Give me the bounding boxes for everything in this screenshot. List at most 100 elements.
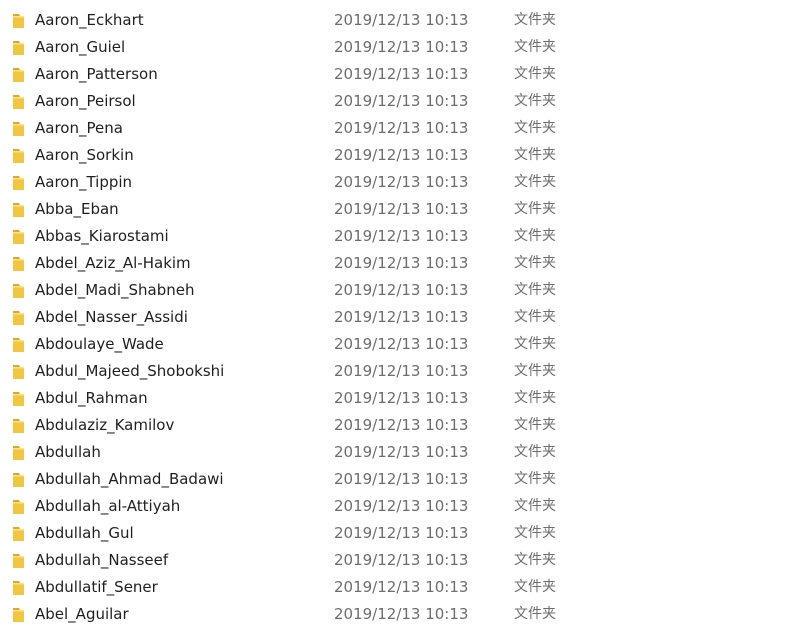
folder-icon <box>13 445 24 460</box>
file-type: 文件夹 <box>514 363 556 379</box>
modified-date: 2019/12/13 10:13 <box>334 308 469 326</box>
folder-icon <box>13 229 24 244</box>
file-name: Abdulaziz_Kamilov <box>35 416 175 434</box>
folder-icon <box>13 337 24 352</box>
list-item[interactable]: Aaron_Sorkin 2019/12/13 10:13 文件夹 <box>0 142 809 169</box>
file-type: 文件夹 <box>514 147 556 163</box>
file-type: 文件夹 <box>514 309 556 325</box>
file-name: Abdul_Majeed_Shobokshi <box>35 362 225 380</box>
modified-date: 2019/12/13 10:13 <box>334 11 469 29</box>
folder-icon <box>13 499 24 514</box>
modified-date: 2019/12/13 10:13 <box>334 470 469 488</box>
list-item[interactable]: Abdel_Aziz_Al-Hakim 2019/12/13 10:13 文件夹 <box>0 250 809 277</box>
folder-icon <box>13 67 24 82</box>
list-item[interactable]: Aaron_Pena 2019/12/13 10:13 文件夹 <box>0 115 809 142</box>
folder-icon <box>13 40 24 55</box>
file-type: 文件夹 <box>514 498 556 514</box>
file-name: Abdel_Aziz_Al-Hakim <box>35 254 191 272</box>
modified-date: 2019/12/13 10:13 <box>334 146 469 164</box>
modified-date: 2019/12/13 10:13 <box>334 65 469 83</box>
file-name: Abdullah_Ahmad_Badawi <box>35 470 224 488</box>
modified-date: 2019/12/13 10:13 <box>334 416 469 434</box>
folder-icon <box>13 175 24 190</box>
list-item[interactable]: Abdullah_Gul 2019/12/13 10:13 文件夹 <box>0 520 809 547</box>
file-name: Abel_Aguilar <box>35 605 129 623</box>
list-item[interactable]: Abdullah_Nasseef 2019/12/13 10:13 文件夹 <box>0 547 809 574</box>
list-item[interactable]: Abdulaziz_Kamilov 2019/12/13 10:13 文件夹 <box>0 412 809 439</box>
modified-date: 2019/12/13 10:13 <box>334 389 469 407</box>
file-type: 文件夹 <box>514 228 556 244</box>
modified-date: 2019/12/13 10:13 <box>334 281 469 299</box>
file-name: Aaron_Eckhart <box>35 11 144 29</box>
modified-date: 2019/12/13 10:13 <box>334 335 469 353</box>
modified-date: 2019/12/13 10:13 <box>334 605 469 623</box>
file-type: 文件夹 <box>514 336 556 352</box>
folder-icon <box>13 256 24 271</box>
file-type: 文件夹 <box>514 471 556 487</box>
file-type: 文件夹 <box>514 93 556 109</box>
folder-icon <box>13 553 24 568</box>
list-item[interactable]: Abdullatif_Sener 2019/12/13 10:13 文件夹 <box>0 574 809 601</box>
folder-icon <box>13 202 24 217</box>
file-type: 文件夹 <box>514 174 556 190</box>
list-item[interactable]: Aaron_Eckhart 2019/12/13 10:13 文件夹 <box>0 7 809 34</box>
folder-icon <box>13 391 24 406</box>
list-item[interactable]: Abdoulaye_Wade 2019/12/13 10:13 文件夹 <box>0 331 809 358</box>
list-item[interactable]: Abba_Eban 2019/12/13 10:13 文件夹 <box>0 196 809 223</box>
file-name: Abdullah <box>35 443 101 461</box>
file-type: 文件夹 <box>514 579 556 595</box>
file-type: 文件夹 <box>514 444 556 460</box>
list-item[interactable]: Aaron_Peirsol 2019/12/13 10:13 文件夹 <box>0 88 809 115</box>
modified-date: 2019/12/13 10:13 <box>334 119 469 137</box>
file-name: Abdel_Madi_Shabneh <box>35 281 195 299</box>
file-name: Aaron_Guiel <box>35 38 126 56</box>
file-type: 文件夹 <box>514 417 556 433</box>
file-name: Aaron_Pena <box>35 119 123 137</box>
file-type: 文件夹 <box>514 552 556 568</box>
list-item[interactable]: Aaron_Patterson 2019/12/13 10:13 文件夹 <box>0 61 809 88</box>
list-item[interactable]: Abdel_Nasser_Assidi 2019/12/13 10:13 文件夹 <box>0 304 809 331</box>
file-name: Aaron_Peirsol <box>35 92 136 110</box>
file-type: 文件夹 <box>514 201 556 217</box>
list-item[interactable]: Abdullah 2019/12/13 10:13 文件夹 <box>0 439 809 466</box>
list-item[interactable]: Aaron_Guiel 2019/12/13 10:13 文件夹 <box>0 34 809 61</box>
list-item[interactable]: Abel_Aguilar 2019/12/13 10:13 文件夹 <box>0 601 809 628</box>
modified-date: 2019/12/13 10:13 <box>334 578 469 596</box>
file-name: Aaron_Patterson <box>35 65 158 83</box>
file-name: Aaron_Sorkin <box>35 146 134 164</box>
file-name: Abdoulaye_Wade <box>35 335 164 353</box>
file-name: Abdullah_Nasseef <box>35 551 169 569</box>
folder-icon <box>13 283 24 298</box>
folder-icon <box>13 418 24 433</box>
modified-date: 2019/12/13 10:13 <box>334 362 469 380</box>
list-item[interactable]: Abdullah_al-Attiyah 2019/12/13 10:13 文件夹 <box>0 493 809 520</box>
modified-date: 2019/12/13 10:13 <box>334 551 469 569</box>
modified-date: 2019/12/13 10:13 <box>334 443 469 461</box>
file-type: 文件夹 <box>514 606 556 622</box>
list-item[interactable]: Abdullah_Ahmad_Badawi 2019/12/13 10:13 文… <box>0 466 809 493</box>
file-name: Aaron_Tippin <box>35 173 133 191</box>
file-type: 文件夹 <box>514 12 556 28</box>
modified-date: 2019/12/13 10:13 <box>334 92 469 110</box>
folder-icon <box>13 13 24 28</box>
modified-date: 2019/12/13 10:13 <box>334 524 469 542</box>
list-item[interactable]: Abdel_Madi_Shabneh 2019/12/13 10:13 文件夹 <box>0 277 809 304</box>
folder-icon <box>13 526 24 541</box>
folder-icon <box>13 94 24 109</box>
file-name: Abdul_Rahman <box>35 389 148 407</box>
modified-date: 2019/12/13 10:13 <box>334 254 469 272</box>
list-item[interactable]: Abdul_Rahman 2019/12/13 10:13 文件夹 <box>0 385 809 412</box>
modified-date: 2019/12/13 10:13 <box>334 227 469 245</box>
file-list: Aaron_Eckhart 2019/12/13 10:13 文件夹 Aaron… <box>0 7 809 628</box>
folder-icon <box>13 472 24 487</box>
folder-icon <box>13 121 24 136</box>
list-item[interactable]: Abdul_Majeed_Shobokshi 2019/12/13 10:13 … <box>0 358 809 385</box>
file-name: Abba_Eban <box>35 200 119 218</box>
folder-icon <box>13 148 24 163</box>
file-type: 文件夹 <box>514 255 556 271</box>
list-item[interactable]: Abbas_Kiarostami 2019/12/13 10:13 文件夹 <box>0 223 809 250</box>
list-item[interactable]: Aaron_Tippin 2019/12/13 10:13 文件夹 <box>0 169 809 196</box>
file-type: 文件夹 <box>514 282 556 298</box>
file-name: Abdullah_al-Attiyah <box>35 497 181 515</box>
file-name: Abdullatif_Sener <box>35 578 158 596</box>
